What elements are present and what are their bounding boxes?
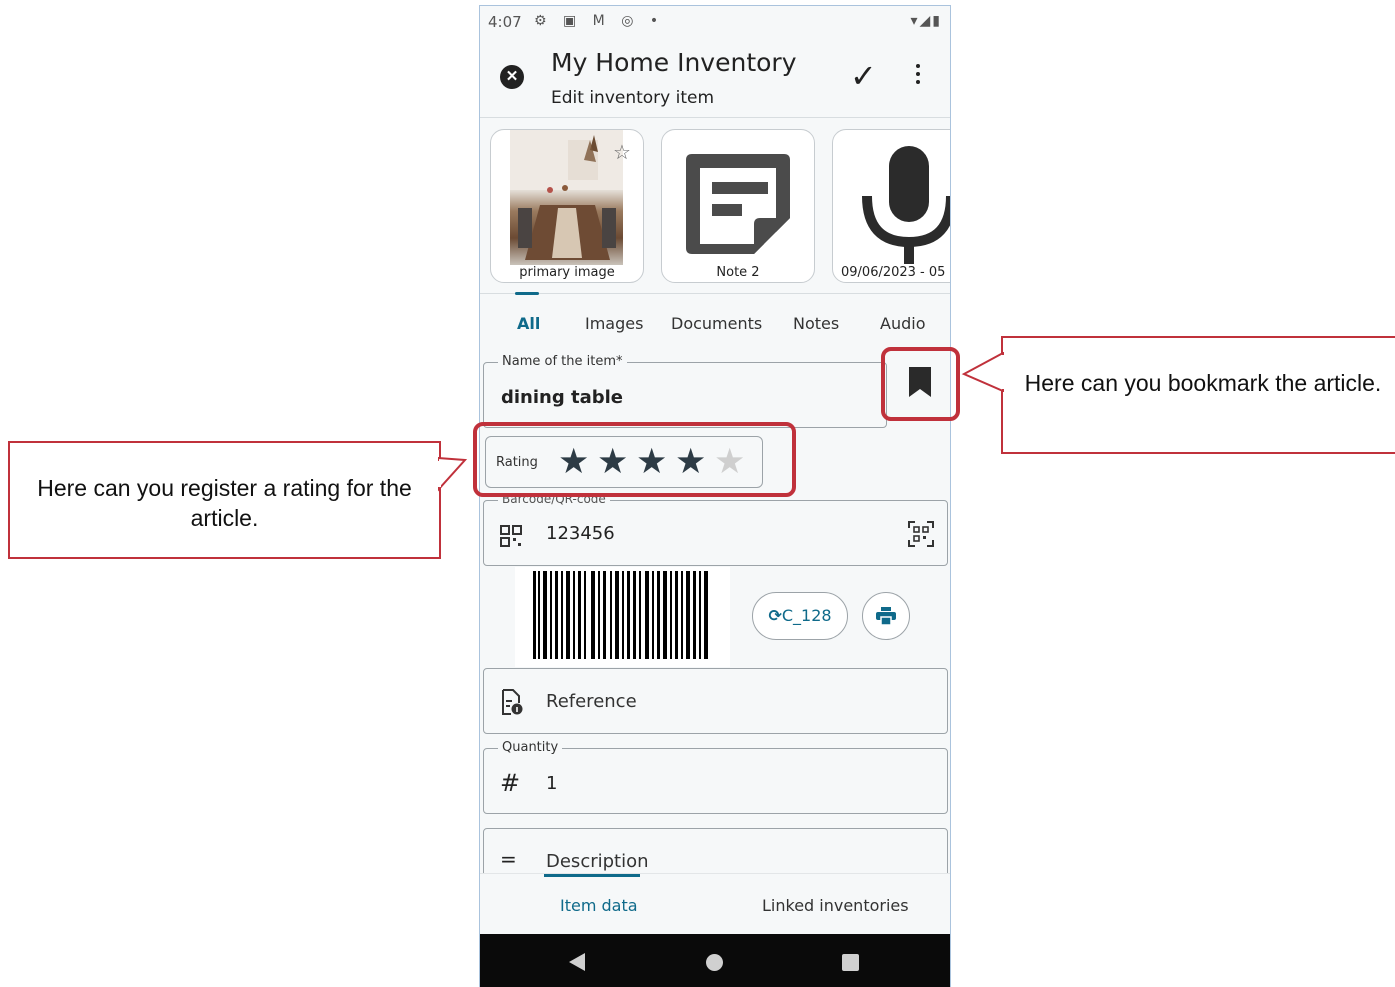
back-icon[interactable] — [568, 952, 586, 972]
nav-linked-inventories[interactable]: Linked inventories — [762, 896, 909, 915]
close-icon[interactable]: ✕ — [500, 65, 524, 89]
barcode-format-label: C_128 — [781, 606, 832, 625]
attachment-caption: primary image — [519, 265, 615, 280]
status-time: 4:07 — [488, 13, 522, 31]
rating-highlight — [473, 422, 796, 497]
reference-placeholder: Reference — [546, 691, 637, 712]
rating-callout: Here can you register a rating for the a… — [8, 441, 441, 559]
reference-field[interactable]: Reference — [483, 668, 948, 734]
tab-indicator — [515, 292, 539, 295]
item-name-field[interactable]: Name of the item* dining table — [483, 354, 887, 428]
notification-icons: ⚙ ▣ M ◎ • — [534, 13, 665, 29]
print-icon — [876, 607, 896, 625]
tab-all[interactable]: All — [517, 314, 540, 333]
status-bar: 4:07 ⚙ ▣ M ◎ • ▾◢▮ — [480, 6, 950, 38]
bookmark-callout: Here can you bookmark the article. — [1001, 336, 1395, 454]
qr-code-icon — [500, 525, 522, 547]
barcode-value: 123456 — [546, 523, 615, 544]
document-info-icon — [502, 689, 523, 715]
gallery-divider — [480, 293, 950, 294]
hash-icon: # — [500, 769, 521, 797]
bookmark-callout-pointer — [961, 352, 1004, 392]
quantity-label: Quantity — [498, 740, 563, 755]
appbar-divider — [480, 117, 950, 118]
signal-battery-icons: ▾◢▮ — [910, 13, 942, 29]
barcode-image — [515, 567, 730, 667]
short-text-icon: = — [500, 847, 517, 871]
item-name-label: Name of the item* — [498, 354, 627, 369]
quantity-field[interactable]: Quantity # 1 — [483, 740, 948, 814]
app-title: My Home Inventory — [551, 48, 797, 77]
refresh-icon: ⟳ — [768, 606, 782, 625]
bottom-navigation: Item data Linked inventories — [480, 873, 950, 934]
system-navigation-bar — [480, 934, 950, 987]
attachment-tabs: All Images Documents Notes Audio — [480, 306, 950, 346]
recents-icon[interactable] — [842, 954, 859, 971]
attachment-note[interactable]: Note 2 — [661, 129, 815, 283]
scan-qr-icon[interactable] — [908, 521, 934, 547]
nav-item-data[interactable]: Item data — [560, 896, 638, 915]
bookmark-highlight — [881, 347, 960, 421]
barcode-field[interactable]: Barcode/QR-code 123456 — [483, 492, 948, 566]
item-name-value: dining table — [501, 387, 624, 408]
tab-images[interactable]: Images — [585, 314, 643, 333]
bottom-nav-indicator — [544, 874, 640, 877]
microphone-icon — [862, 146, 950, 264]
tab-documents[interactable]: Documents — [671, 314, 762, 333]
dining-room-photo — [510, 130, 623, 265]
favorite-star-icon[interactable]: ☆ — [613, 140, 631, 165]
app-subtitle: Edit inventory item — [551, 88, 715, 108]
app-bar: ✕ My Home Inventory Edit inventory item … — [480, 38, 950, 118]
attachment-caption: 09/06/2023 - 05 — [841, 265, 946, 280]
attachment-audio[interactable]: 09/06/2023 - 05 — [832, 129, 950, 283]
bookmark-callout-text: Here can you bookmark the article. — [1024, 370, 1382, 396]
quantity-value: 1 — [546, 773, 558, 794]
save-check-icon[interactable]: ✓ — [850, 57, 877, 95]
more-options-icon[interactable] — [916, 64, 922, 88]
home-icon[interactable] — [706, 954, 723, 971]
barcode-format-button[interactable]: ⟳C_128 — [752, 592, 848, 640]
rating-callout-pointer — [438, 456, 468, 492]
note-icon — [686, 154, 790, 254]
description-placeholder: Description — [546, 851, 649, 872]
tab-notes[interactable]: Notes — [793, 314, 839, 333]
attachment-primary-image[interactable]: ☆ primary image — [490, 129, 644, 283]
attachment-caption: Note 2 — [716, 265, 760, 280]
rating-callout-text: Here can you register a rating for the a… — [37, 475, 412, 531]
tab-audio[interactable]: Audio — [880, 314, 925, 333]
print-button[interactable] — [862, 592, 910, 640]
